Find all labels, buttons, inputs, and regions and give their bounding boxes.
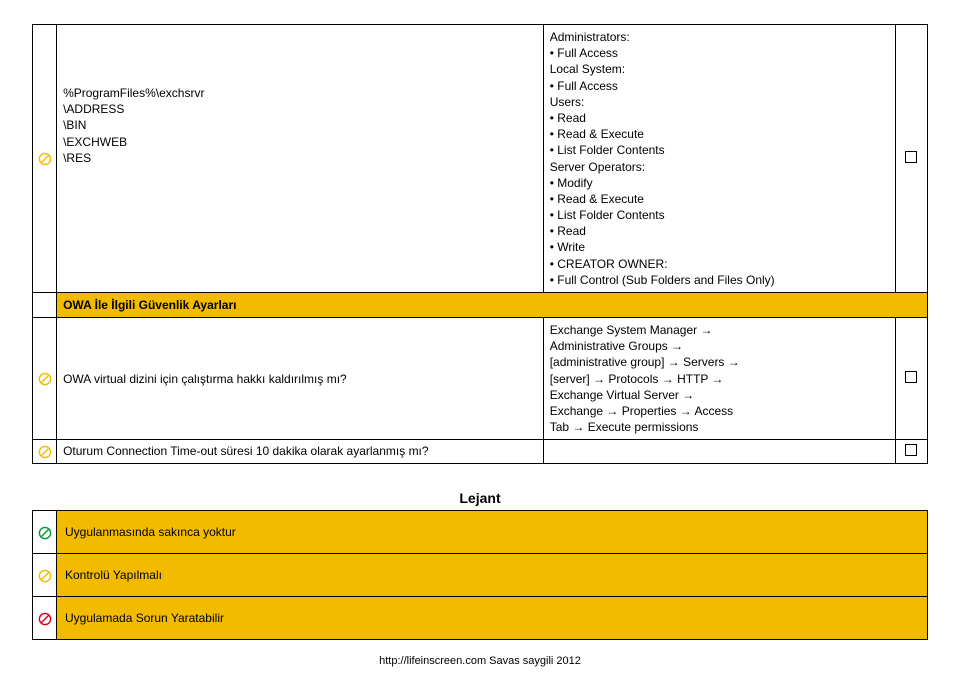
legend-text: Uygulanmasında sakınca yoktur xyxy=(57,511,928,554)
line-item: \EXCHWEB xyxy=(63,134,537,150)
checkbox-icon[interactable] xyxy=(905,444,917,456)
line-item: Administrators: xyxy=(550,29,889,45)
legend-row-safe: Uygulanmasında sakınca yoktur xyxy=(33,511,928,554)
legend-row-problem: Uygulamada Sorun Yaratabilir xyxy=(33,597,928,640)
footer-text: http://lifeinscreen.com Savas saygili 20… xyxy=(0,655,960,667)
line-item: • Full Access xyxy=(550,78,889,94)
no-entry-icon xyxy=(38,612,52,626)
line-item: Exchange Virtual Server → xyxy=(550,387,889,403)
owa-question-cell: OWA virtual dizini için çalıştırma hakkı… xyxy=(57,318,544,440)
legend-icon-cell xyxy=(33,597,57,640)
checkbox-cell xyxy=(895,318,927,440)
line-item: • Modify xyxy=(550,175,889,191)
paths-cell: %ProgramFiles%\exchsrvr\ADDRESS\BIN\EXCH… xyxy=(57,25,544,293)
line-item: • Write xyxy=(550,239,889,255)
line-item: Exchange System Manager → xyxy=(550,322,889,338)
line-item: \ADDRESS xyxy=(63,101,537,117)
owa-path-cell: Exchange System Manager →Administrative … xyxy=(543,318,895,440)
no-entry-icon xyxy=(38,372,52,386)
line-item: Exchange → Properties → Access xyxy=(550,403,889,419)
line-item: [server] → Protocols → HTTP → xyxy=(550,371,889,387)
line-item: Tab → Execute permissions xyxy=(550,419,889,435)
line-item: • CREATOR OWNER: xyxy=(550,256,889,272)
security-table: %ProgramFiles%\exchsrvr\ADDRESS\BIN\EXCH… xyxy=(32,24,928,464)
line-item: \BIN xyxy=(63,117,537,133)
legend-row-check: Kontrolü Yapılmalı xyxy=(33,554,928,597)
legend-icon-cell xyxy=(33,554,57,597)
severity-icon-cell xyxy=(33,318,57,440)
checkbox-icon[interactable] xyxy=(905,151,917,163)
checkbox-icon[interactable] xyxy=(905,371,917,383)
no-entry-icon xyxy=(38,569,52,583)
legend: Lejant Uygulanmasında sakınca yoktur Kon… xyxy=(32,490,928,640)
line-item: Administrative Groups → xyxy=(550,338,889,354)
line-item: • Full Control (Sub Folders and Files On… xyxy=(550,272,889,288)
checkbox-cell xyxy=(895,440,927,464)
line-item: • Read xyxy=(550,223,889,239)
no-entry-icon xyxy=(38,445,52,459)
line-item: Server Operators: xyxy=(550,159,889,175)
no-entry-icon xyxy=(38,526,52,540)
severity-icon-cell xyxy=(33,25,57,293)
owa-virtual-row: OWA virtual dizini için çalıştırma hakkı… xyxy=(33,318,928,440)
timeout-question-cell: Oturum Connection Time-out süresi 10 dak… xyxy=(57,440,544,464)
line-item: • Read & Execute xyxy=(550,126,889,142)
owa-section-header-row: OWA İle İlgili Güvenlik Ayarları xyxy=(33,293,928,318)
line-item: • Read xyxy=(550,110,889,126)
no-entry-icon xyxy=(38,152,52,166)
checkbox-cell xyxy=(895,25,927,293)
permissions-cell: Administrators:• Full AccessLocal System… xyxy=(543,25,895,293)
line-item: • Full Access xyxy=(550,45,889,61)
line-item: %ProgramFiles%\exchsrvr xyxy=(63,85,537,101)
path-permissions-row: %ProgramFiles%\exchsrvr\ADDRESS\BIN\EXCH… xyxy=(33,25,928,293)
empty-mid-cell xyxy=(543,440,895,464)
line-item: • List Folder Contents xyxy=(550,142,889,158)
line-item: [administrative group] → Servers → xyxy=(550,354,889,370)
line-item: Local System: xyxy=(550,61,889,77)
legend-icon-cell xyxy=(33,511,57,554)
line-item: • Read & Execute xyxy=(550,191,889,207)
severity-icon-cell xyxy=(33,440,57,464)
line-item: Users: xyxy=(550,94,889,110)
timeout-row: Oturum Connection Time-out süresi 10 dak… xyxy=(33,440,928,464)
line-item: \RES xyxy=(63,150,537,166)
line-item: • List Folder Contents xyxy=(550,207,889,223)
legend-title: Lejant xyxy=(32,490,928,506)
owa-section-header: OWA İle İlgili Güvenlik Ayarları xyxy=(57,293,928,318)
legend-table: Uygulanmasında sakınca yoktur Kontrolü Y… xyxy=(32,510,928,640)
legend-text: Kontrolü Yapılmalı xyxy=(57,554,928,597)
empty-icon-cell xyxy=(33,293,57,318)
legend-text: Uygulamada Sorun Yaratabilir xyxy=(57,597,928,640)
